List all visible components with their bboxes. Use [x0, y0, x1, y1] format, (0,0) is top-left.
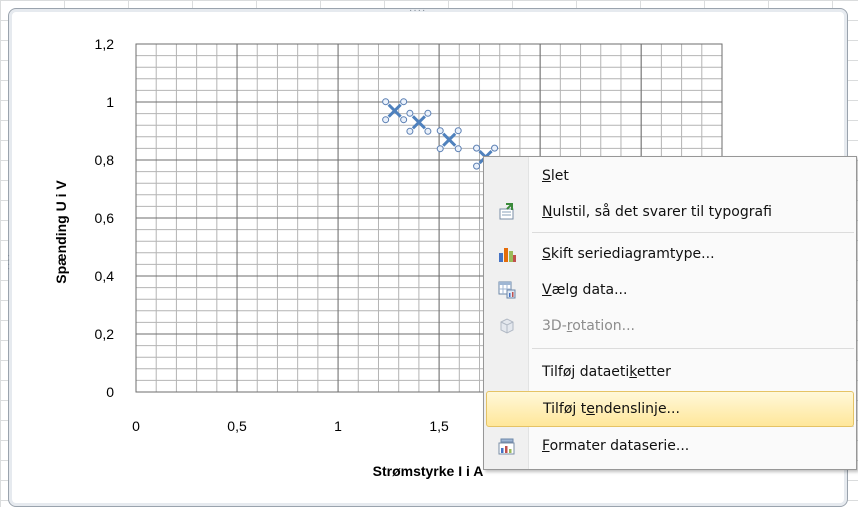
mnemonic-key: e — [586, 401, 595, 417]
selection-handle[interactable] — [436, 127, 444, 135]
menu-item-label: Vælg data... — [542, 282, 628, 298]
selection-handle[interactable] — [424, 109, 432, 117]
x-tick-label: 0,5 — [227, 418, 247, 434]
menu-item-tendenslinje[interactable]: Tilføj tendenslinje... — [486, 391, 854, 427]
mnemonic-key: F — [542, 438, 550, 454]
x-tick-label: 1,5 — [429, 418, 449, 434]
menu-item-rotation: 3D-rotation... — [486, 309, 854, 343]
y-axis-title: Spænding U i V — [53, 180, 69, 284]
menu-item-skift[interactable]: Skift seriediagramtype... — [486, 237, 854, 271]
menu-item-label: Formater dataserie... — [542, 438, 690, 454]
selection-handle[interactable] — [382, 116, 390, 124]
data-points — [382, 98, 499, 170]
y-tick-label: 1,2 — [95, 36, 115, 52]
selection-handle[interactable] — [454, 127, 462, 135]
menu-item-formater[interactable]: Formater dataserie... — [486, 429, 854, 463]
menu-item-label: Nulstil, så det svarer til typografi — [542, 204, 772, 220]
selection-handle[interactable] — [382, 98, 390, 106]
y-axis-ticks: 0 0,2 0,4 0,6 0,8 1 1,2 — [95, 36, 115, 400]
menu-item-label: Skift seriediagramtype... — [542, 246, 715, 262]
selection-handle[interactable] — [473, 162, 481, 170]
y-tick-label: 0 — [106, 384, 114, 400]
x-tick-label: 0 — [132, 418, 140, 434]
menu-separator — [532, 232, 854, 233]
x-tick-label: 1 — [334, 418, 342, 434]
selection-handle[interactable] — [400, 116, 408, 124]
y-tick-label: 1 — [106, 94, 114, 110]
y-tick-label: 0,8 — [95, 152, 115, 168]
selection-handle[interactable] — [424, 127, 432, 135]
x-axis-title: Strømstyrke I i A — [373, 463, 484, 479]
y-tick-label: 0,2 — [95, 326, 115, 342]
chart-type-icon — [486, 244, 528, 264]
selection-handle[interactable] — [454, 145, 462, 153]
mnemonic-key: S — [542, 168, 551, 184]
cube-3d-icon — [486, 316, 528, 336]
reset-style-icon — [486, 202, 528, 222]
menu-item-dataetiketter[interactable]: Tilføj dataetiketter — [486, 355, 854, 389]
menu-separator — [532, 348, 854, 349]
menu-item-label: Tilføj dataetiketter — [542, 364, 671, 380]
selection-handle[interactable] — [491, 144, 499, 152]
context-menu: Slet Nulstil, så det svarer til typografi… — [483, 156, 857, 470]
mnemonic-key: S — [542, 246, 551, 262]
selection-handle[interactable] — [406, 127, 414, 135]
format-series-icon — [486, 436, 528, 456]
menu-item-label: Slet — [542, 168, 569, 184]
mnemonic-key: V — [542, 282, 552, 298]
selection-handle[interactable] — [400, 98, 408, 106]
mnemonic-key: k — [629, 364, 637, 380]
mnemonic-key: N — [542, 204, 553, 220]
selection-handle[interactable] — [436, 145, 444, 153]
y-tick-label: 0,6 — [95, 210, 115, 226]
menu-item-slet[interactable]: Slet — [486, 159, 854, 193]
menu-item-nulstil[interactable]: Nulstil, så det svarer til typografi — [486, 195, 854, 229]
menu-item-vaelg[interactable]: Vælg data... — [486, 273, 854, 307]
y-tick-label: 0,4 — [95, 268, 115, 284]
select-data-icon — [486, 280, 528, 300]
selection-handle[interactable] — [406, 109, 414, 117]
selection-handle[interactable] — [473, 144, 481, 152]
menu-item-label: Tilføj tendenslinje... — [543, 401, 680, 417]
menu-item-label: 3D-rotation... — [542, 318, 636, 334]
